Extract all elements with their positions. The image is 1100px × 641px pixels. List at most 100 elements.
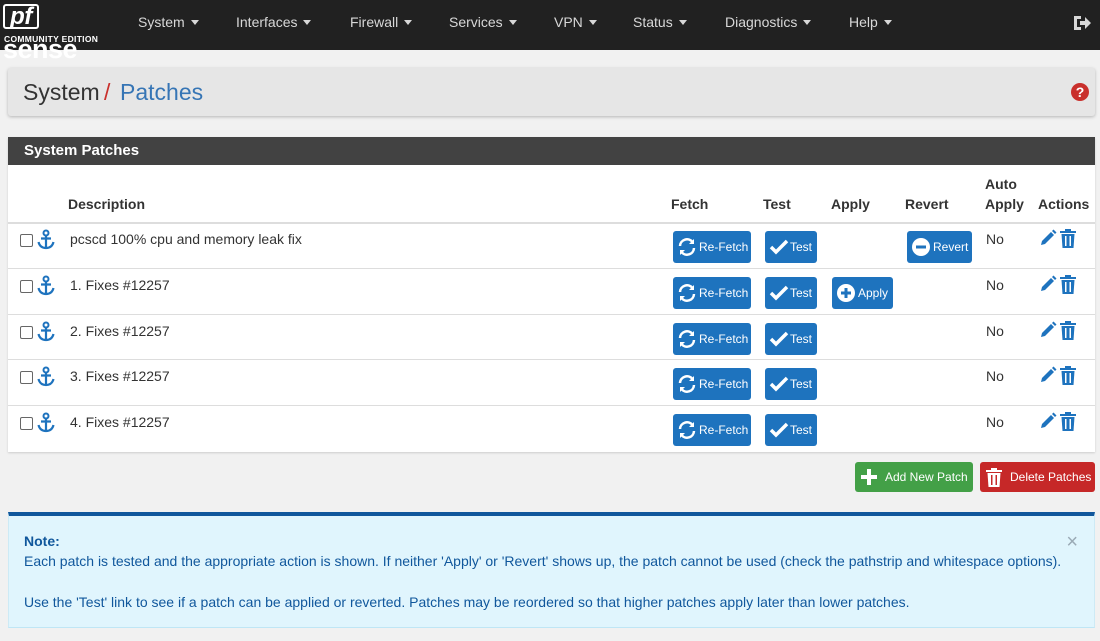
caret-down-icon	[508, 20, 517, 25]
col-actions: Actions	[1038, 196, 1090, 212]
refetch-button[interactable]: Re-Fetch	[673, 323, 751, 355]
test-button[interactable]: Test	[765, 414, 817, 446]
table-row: 1. Fixes #12257 Re-Fetch Test Apply No	[8, 268, 1095, 314]
check-icon	[769, 285, 789, 301]
refresh-icon	[678, 375, 696, 393]
anchor-icon[interactable]	[36, 275, 56, 297]
breadcrumb-patches-link[interactable]: Patches	[120, 79, 203, 106]
nav-vpn[interactable]: VPN	[554, 0, 597, 50]
test-button[interactable]: Test	[765, 323, 817, 355]
auto-apply-value: No	[986, 277, 1004, 293]
pencil-icon[interactable]	[1039, 412, 1057, 430]
test-button[interactable]: Test	[765, 368, 817, 400]
pfsense-logo[interactable]: pfsense COMMUNITY EDITION	[3, 4, 111, 64]
auto-apply-value: No	[986, 368, 1004, 384]
anchor-icon[interactable]	[36, 229, 56, 251]
check-icon	[769, 422, 789, 438]
note-text-line2: Use the 'Test' link to see if a patch ca…	[24, 594, 910, 610]
logo-edition: COMMUNITY EDITION	[4, 34, 99, 44]
auto-apply-value: No	[986, 231, 1004, 247]
nav-status[interactable]: Status	[633, 0, 687, 50]
col-auto-apply-line1: Auto	[985, 176, 1017, 192]
info-note: Note: Each patch is tested and the appro…	[8, 512, 1095, 628]
trash-icon[interactable]	[1060, 321, 1076, 340]
row-select-checkbox[interactable]	[20, 417, 33, 430]
col-revert: Revert	[905, 196, 949, 212]
nav-diagnostics[interactable]: Diagnostics	[725, 0, 812, 50]
nav-firewall[interactable]: Firewall	[350, 0, 413, 50]
caret-down-icon	[803, 20, 812, 25]
nav-services[interactable]: Services	[449, 0, 517, 50]
row-select-checkbox[interactable]	[20, 280, 33, 293]
refetch-button[interactable]: Re-Fetch	[673, 277, 751, 309]
caret-down-icon	[678, 20, 687, 25]
auto-apply-value: No	[986, 323, 1004, 339]
col-apply: Apply	[831, 196, 870, 212]
pencil-icon[interactable]	[1039, 321, 1057, 339]
delete-patches-button[interactable]: Delete Patches	[980, 462, 1095, 492]
nav-interfaces[interactable]: Interfaces	[236, 0, 312, 50]
col-test: Test	[763, 196, 791, 212]
anchor-icon[interactable]	[36, 412, 56, 434]
auto-apply-value: No	[986, 414, 1004, 430]
check-icon	[769, 331, 789, 347]
table-row: 2. Fixes #12257 Re-Fetch Test No	[8, 314, 1095, 360]
nav-help[interactable]: Help	[849, 0, 892, 50]
patch-description: 3. Fixes #12257	[70, 368, 170, 384]
table-row: pcscd 100% cpu and memory leak fix Re-Fe…	[8, 223, 1095, 269]
sign-out-icon[interactable]	[1072, 13, 1092, 33]
patch-description: 2. Fixes #12257	[70, 323, 170, 339]
table-row: 4. Fixes #12257 Re-Fetch Test No	[8, 405, 1095, 451]
plus-circle-icon	[837, 284, 855, 302]
patch-description: 1. Fixes #12257	[70, 277, 170, 293]
table-row: 3. Fixes #12257 Re-Fetch Test No	[8, 359, 1095, 405]
caret-down-icon	[303, 20, 312, 25]
plus-icon	[861, 469, 877, 485]
refresh-icon	[678, 284, 696, 302]
trash-icon[interactable]	[1060, 366, 1076, 385]
help-icon[interactable]: ?	[1071, 83, 1089, 101]
test-button[interactable]: Test	[765, 231, 817, 263]
trash-icon[interactable]	[1060, 275, 1076, 294]
refresh-icon	[678, 421, 696, 439]
caret-down-icon	[883, 20, 892, 25]
patch-description: 4. Fixes #12257	[70, 414, 170, 430]
test-button[interactable]: Test	[765, 277, 817, 309]
caret-down-icon	[588, 20, 597, 25]
refetch-button[interactable]: Re-Fetch	[673, 231, 751, 263]
breadcrumb-separator: /	[104, 79, 111, 105]
col-description: Description	[68, 196, 146, 212]
revert-button[interactable]: Revert	[907, 231, 972, 263]
refetch-button[interactable]: Re-Fetch	[673, 368, 751, 400]
refresh-icon	[678, 330, 696, 348]
check-icon	[769, 239, 789, 255]
trash-icon[interactable]	[1060, 229, 1076, 248]
patch-description: pcscd 100% cpu and memory leak fix	[70, 231, 302, 247]
pencil-icon[interactable]	[1039, 366, 1057, 384]
close-icon[interactable]: ×	[1066, 532, 1078, 552]
row-select-checkbox[interactable]	[20, 234, 33, 247]
anchor-icon[interactable]	[36, 366, 56, 388]
anchor-icon[interactable]	[36, 321, 56, 343]
add-new-patch-button[interactable]: Add New Patch	[855, 462, 973, 492]
refetch-button[interactable]: Re-Fetch	[673, 414, 751, 446]
trash-icon[interactable]	[1060, 412, 1076, 431]
col-auto-apply-line2: Apply	[985, 196, 1024, 212]
note-title: Note:	[24, 533, 60, 549]
check-icon	[769, 376, 789, 392]
row-select-checkbox[interactable]	[20, 371, 33, 384]
col-fetch: Fetch	[671, 196, 709, 212]
breadcrumb-root: System	[23, 79, 100, 105]
pencil-icon[interactable]	[1039, 275, 1057, 293]
row-select-checkbox[interactable]	[20, 326, 33, 339]
caret-down-icon	[404, 20, 413, 25]
note-text-line1: Each patch is tested and the appropriate…	[24, 553, 1062, 569]
nav-system[interactable]: System	[138, 0, 199, 50]
logo-pf: pf	[3, 4, 39, 29]
top-navbar: pfsense COMMUNITY EDITION System Interfa…	[0, 0, 1100, 64]
minus-circle-icon	[912, 238, 930, 256]
pencil-icon[interactable]	[1039, 229, 1057, 247]
panel-title: System Patches	[8, 137, 1095, 165]
apply-button[interactable]: Apply	[832, 277, 893, 309]
refresh-icon	[678, 238, 696, 256]
